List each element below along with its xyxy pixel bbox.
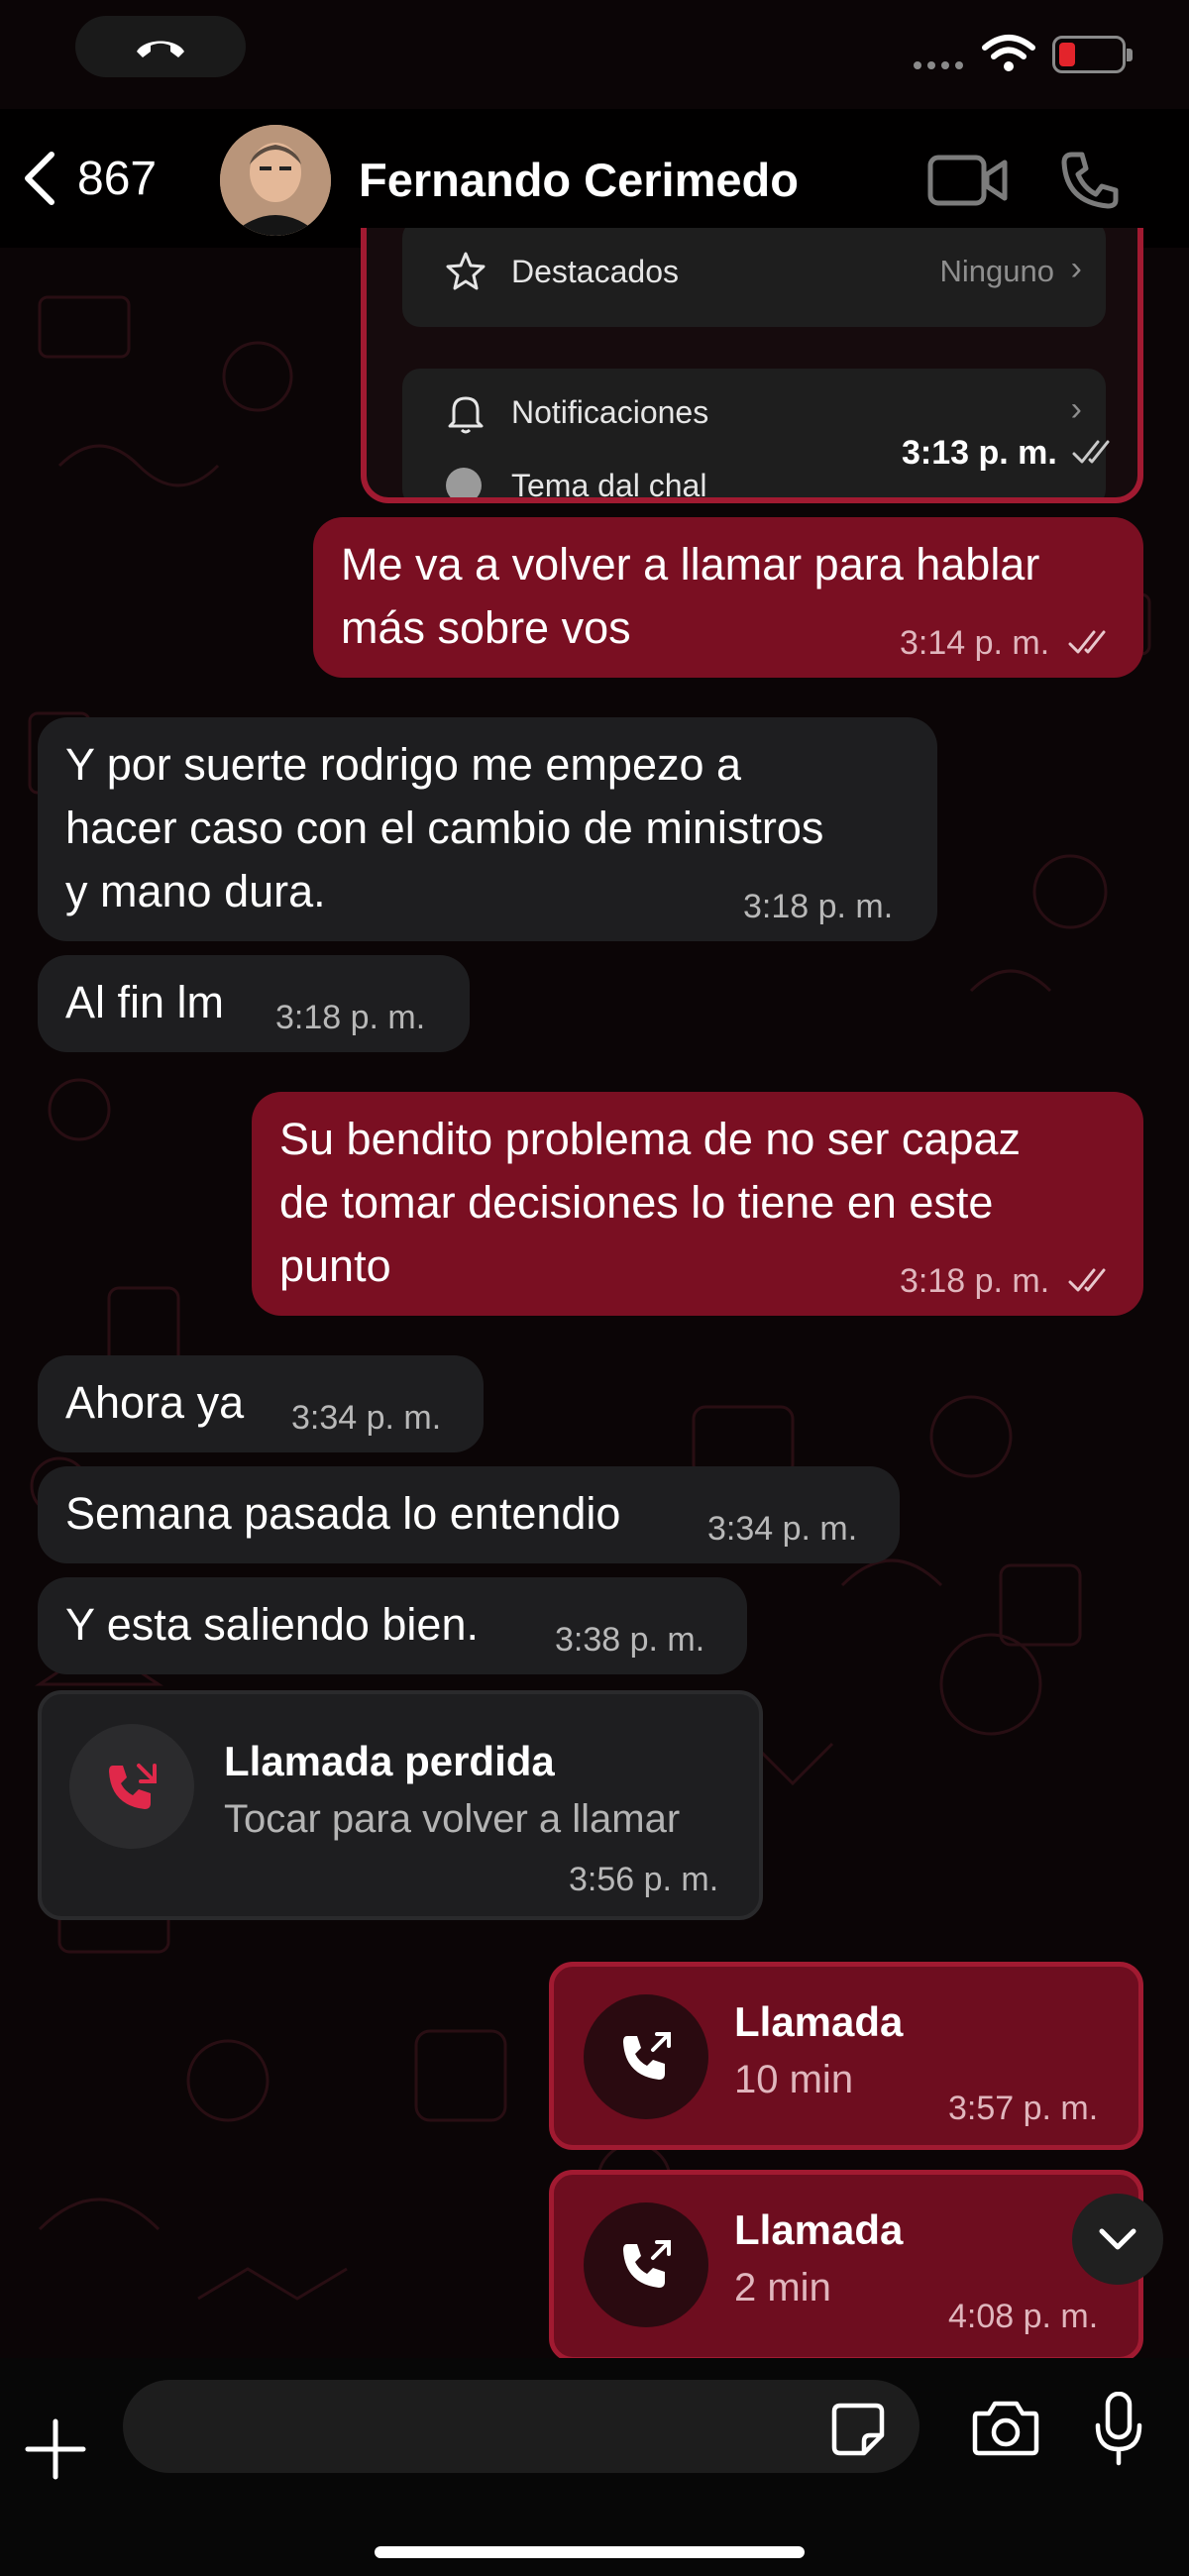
camera-icon[interactable] [971, 2398, 1040, 2457]
back-chevron-icon [25, 152, 54, 205]
read-receipt-icon [1068, 630, 1106, 654]
message-bubble-outgoing[interactable]: Me va a volver a llamar para hablar más … [313, 517, 1143, 678]
chevron-right-icon: › [1070, 390, 1082, 428]
message-time: 3:18 p. m. [275, 999, 426, 1036]
message-time: 3:18 p. m. [900, 1262, 1050, 1300]
plus-icon[interactable] [24, 2417, 87, 2481]
starred-label: Destacados [511, 254, 679, 289]
message-bubble-outgoing[interactable]: Su bendito problema de no ser capaz de t… [252, 1092, 1143, 1316]
call-card[interactable]: Llamada 2 min 4:08 p. m. [549, 2170, 1143, 2362]
message-bubble-incoming[interactable]: Ahora ya 3:34 p. m. [38, 1355, 484, 1452]
video-call-icon[interactable] [927, 153, 1009, 208]
message-time: 3:13 p. m. [902, 434, 1057, 472]
message-time: 3:57 p. m. [948, 2090, 1099, 2127]
microphone-icon[interactable] [1094, 2392, 1143, 2467]
message-time: 4:08 p. m. [948, 2298, 1099, 2335]
bell-icon [448, 396, 484, 434]
message-text: Al fin lm [65, 977, 225, 1027]
outgoing-call-icon [623, 2240, 671, 2288]
chat-header: 867 Fernando Cerimedo [0, 109, 1189, 248]
call-title: Llamada [734, 2206, 904, 2253]
scroll-to-bottom-button[interactable] [1072, 2194, 1163, 2285]
unread-count: 867 [77, 152, 158, 205]
message-time: 3:34 p. m. [707, 1510, 858, 1548]
message-time: 3:34 p. m. [291, 1399, 442, 1437]
missed-call-card[interactable]: Llamada perdida Tocar para volver a llam… [38, 1690, 763, 1920]
message-bubble-incoming[interactable]: Al fin lm 3:18 p. m. [38, 955, 470, 1052]
message-bubble-incoming[interactable]: Y por suerte rodrigo me empezo a hacer c… [38, 717, 937, 941]
battery-icon [1052, 36, 1133, 73]
outgoing-call-icon [623, 2032, 671, 2080]
message-time: 3:18 p. m. [743, 888, 894, 925]
missed-call-icon-circle [69, 1724, 194, 1849]
contact-avatar[interactable] [220, 125, 331, 236]
sticker-icon[interactable] [830, 2402, 886, 2457]
message-bubble-incoming[interactable]: Semana pasada lo entendio 3:34 p. m. [38, 1466, 900, 1563]
message-time: 3:56 p. m. [569, 1861, 719, 1898]
missed-call-subtitle: Tocar para volver a llamar [224, 1797, 681, 1841]
call-title: Llamada [734, 1998, 904, 2045]
wallpaper-icon [446, 468, 482, 497]
status-bar [0, 0, 1189, 109]
back-button[interactable]: 867 [20, 149, 157, 208]
contact-name[interactable]: Fernando Cerimedo [359, 153, 799, 207]
message-text: Semana pasada lo entendio [65, 1488, 621, 1539]
starred-value: Ninguno [939, 254, 1054, 288]
message-composer [0, 2358, 1189, 2576]
cellular-signal-icon [914, 61, 963, 69]
image-message-screenshot[interactable]: Destacados Ninguno › Notificaciones › Te… [361, 228, 1143, 503]
wifi-icon [982, 35, 1035, 71]
call-icon-circle [584, 2202, 708, 2327]
message-time: 3:14 p. m. [900, 624, 1050, 662]
read-receipt-icon [1072, 440, 1110, 464]
chat-theme-label: Tema dal chal [511, 468, 707, 503]
call-duration: 10 min [734, 2058, 854, 2101]
phone-hangup-icon [137, 41, 184, 57]
phone-icon[interactable] [1058, 149, 1122, 212]
missed-call-icon [109, 1764, 157, 1809]
call-card[interactable]: Llamada 10 min 3:57 p. m. [549, 1962, 1143, 2150]
message-text: Ahora ya [65, 1377, 245, 1428]
call-duration: 2 min [734, 2266, 831, 2309]
message-input[interactable] [123, 2380, 919, 2473]
chevron-right-icon: › [1070, 250, 1082, 287]
avatar-photo [220, 125, 331, 236]
message-text: Y esta saliendo bien. [65, 1599, 479, 1650]
call-in-progress-pill[interactable] [75, 16, 246, 77]
home-indicator [375, 2546, 805, 2558]
star-icon [446, 252, 486, 290]
starred-row: Destacados Ninguno › [402, 228, 1106, 327]
read-receipt-icon [1068, 1268, 1106, 1292]
message-text: Y por suerte rodrigo me empezo a hacer c… [65, 739, 824, 916]
message-bubble-incoming[interactable]: Y esta saliendo bien. 3:38 p. m. [38, 1577, 747, 1674]
call-icon-circle [584, 1994, 708, 2119]
message-time: 3:38 p. m. [555, 1621, 705, 1659]
missed-call-title: Llamada perdida [224, 1738, 555, 1784]
notifications-label: Notificaciones [511, 394, 709, 430]
chevron-down-icon [1099, 2228, 1136, 2250]
